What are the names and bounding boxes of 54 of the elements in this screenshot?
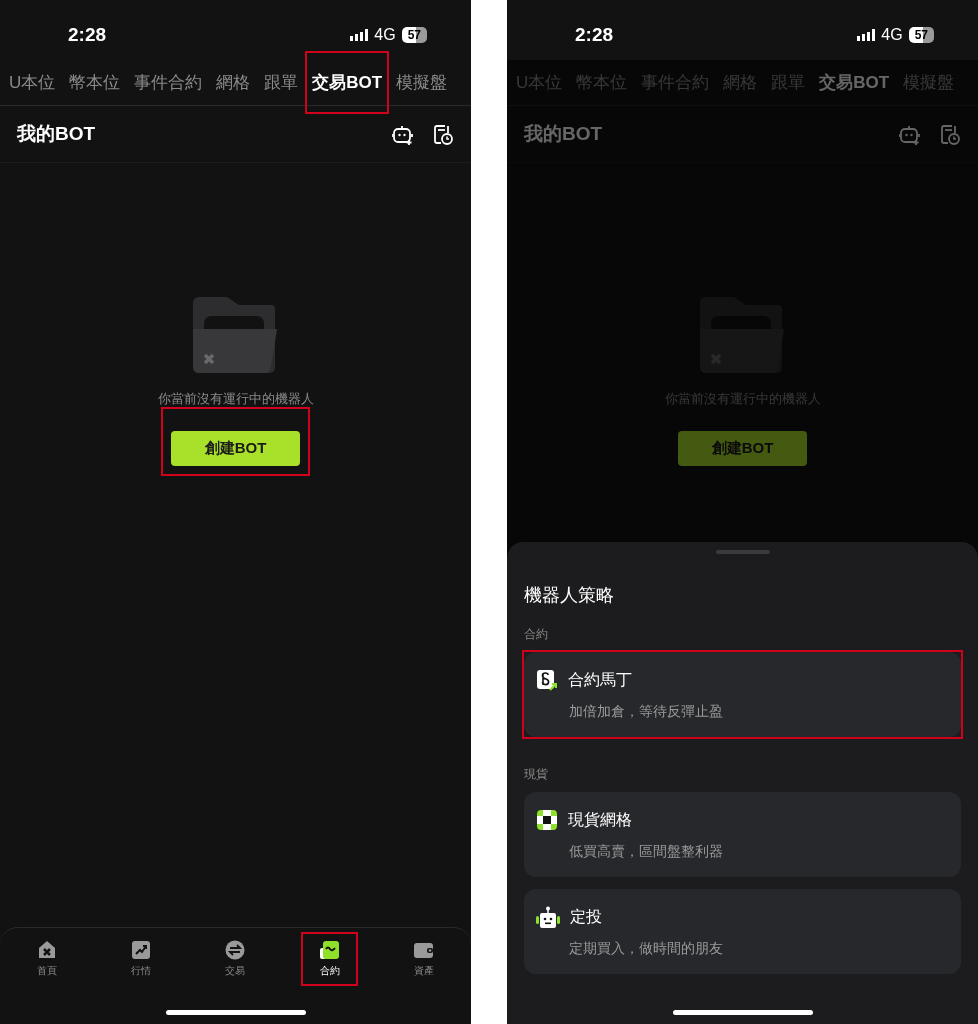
strategy-card[interactable]: 合約馬丁 加倍加倉，等待反彈止盈	[524, 652, 961, 737]
tab[interactable]: 網格	[216, 63, 251, 102]
checker-grid-icon	[536, 809, 558, 831]
nav-label: 行情	[131, 964, 152, 978]
tab[interactable]: U本位	[9, 63, 56, 102]
create-bot-button[interactable]: 創建BOT	[171, 430, 300, 466]
strategy-description: 低買高賣，區間盤整利器	[569, 842, 724, 861]
status-time: 2:28	[68, 22, 107, 47]
history-icon[interactable]	[433, 123, 454, 145]
strategy-title: 定投	[570, 907, 602, 927]
nav-label: 合約	[319, 964, 340, 978]
battery-indicator: 57	[401, 27, 427, 43]
empty-message: 你當前沒有運行中的機器人	[157, 390, 314, 408]
contract-icon	[319, 940, 341, 960]
tab[interactable]: 模擬盤	[396, 63, 448, 102]
nav-label: 資產	[413, 964, 434, 978]
strategy-title: 現貨網格	[568, 810, 632, 830]
robot-add-icon[interactable]	[392, 123, 413, 145]
tab[interactable]: 事件合約	[134, 63, 203, 102]
nav-tab[interactable]: 行情	[122, 938, 160, 980]
exchange-icon	[224, 940, 246, 960]
section-label: 合約	[524, 626, 549, 643]
nav-tab[interactable]: 首頁	[28, 938, 66, 980]
status-time: 2:28	[575, 22, 614, 47]
strategy-title: 合約馬丁	[568, 670, 632, 690]
tab[interactable]: 跟單	[264, 63, 299, 102]
page-title: 我的BOT	[524, 121, 603, 146]
network-label: 4G	[881, 25, 903, 45]
strategy-description: 定期買入，做時間的朋友	[569, 939, 724, 958]
tab[interactable]: 交易BOT	[819, 63, 890, 102]
sheet-title: 機器人策略	[524, 584, 615, 607]
page-title: 我的BOT	[17, 121, 96, 146]
nav-label: 首頁	[37, 964, 58, 978]
empty-folder-icon	[699, 297, 786, 373]
strategy-card[interactable]: 現貨網格 低買高賣，區間盤整利器	[524, 792, 961, 877]
strategy-card[interactable]: 定投 定期買入，做時間的朋友	[524, 889, 961, 974]
section-label: 現貨	[524, 766, 549, 783]
robot-icon	[536, 905, 560, 929]
dollar-document-icon	[536, 669, 558, 691]
nav-tab[interactable]: 資產	[405, 938, 443, 980]
nav-tab[interactable]: 交易	[216, 938, 254, 980]
network-label: 4G	[374, 25, 396, 45]
nav-label: 交易	[225, 964, 246, 978]
tab[interactable]: 幣本位	[69, 63, 121, 102]
home-icon	[36, 940, 58, 960]
empty-folder-icon	[192, 297, 279, 373]
wallet-icon	[413, 940, 435, 960]
chart-icon	[130, 940, 152, 960]
battery-indicator: 57	[908, 27, 934, 43]
nav-tab[interactable]: 合約	[311, 938, 349, 980]
signal-icon	[350, 29, 369, 41]
tab[interactable]: 交易BOT	[312, 63, 383, 102]
signal-icon	[857, 29, 876, 41]
strategy-description: 加倍加倉，等待反彈止盈	[569, 702, 724, 721]
